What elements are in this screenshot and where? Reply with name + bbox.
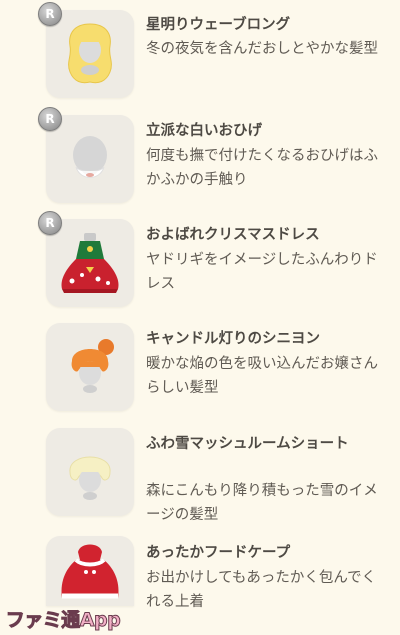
item-thumbnail bbox=[46, 428, 134, 516]
item-description: 森にこんもり降り積もった雪のイメージの髪型 bbox=[146, 483, 378, 523]
item-title: ふわ雪マッシュルームショート bbox=[146, 436, 349, 452]
item-thumbnail: R bbox=[38, 211, 134, 307]
christmas-dress-icon bbox=[61, 233, 119, 293]
item-thumbnail bbox=[46, 323, 134, 411]
rank-badge-icon: R bbox=[38, 211, 62, 235]
cream-mushroom-hair-icon bbox=[69, 456, 111, 500]
item-description: 暖かな焔の色を吸い込んだお嬢さんらしい髪型 bbox=[146, 356, 378, 396]
item-thumbnail: R bbox=[38, 107, 134, 203]
rank-badge-icon: R bbox=[38, 107, 62, 131]
rank-badge-icon: R bbox=[38, 2, 62, 26]
famitsu-app-watermark: ファミ通App bbox=[5, 608, 121, 631]
item-list: R 星明りウェーブロング 冬の夜気を含んだおしとやかな髪型 R 立派な白いおひげ… bbox=[0, 0, 400, 635]
red-hood-cape-icon bbox=[61, 544, 119, 599]
item-title: キャンドル灯りのシニヨン bbox=[146, 331, 320, 347]
item-title: 星明りウェーブロング bbox=[146, 17, 291, 33]
item-thumbnail: R bbox=[38, 2, 134, 98]
white-beard-icon bbox=[73, 136, 107, 178]
yellow-wavy-hair-icon bbox=[68, 23, 112, 84]
item-title: およばれクリスマスドレス bbox=[146, 227, 320, 243]
item-thumbnail bbox=[46, 536, 134, 606]
orange-bun-hair-icon bbox=[71, 339, 114, 393]
item-description: 何度も撫で付けたくなるおひげはふかふかの手触り bbox=[146, 148, 378, 188]
item-description: ヤドリギをイメージしたふんわりドレス bbox=[146, 252, 378, 292]
item-title: あったかフードケープ bbox=[146, 545, 291, 561]
item-description: 冬の夜気を含んだおしとやかな髪型 bbox=[146, 41, 378, 57]
item-description: お出かけしてもあったかく包んでくれる上着 bbox=[146, 570, 377, 610]
item-title: 立派な白いおひげ bbox=[146, 123, 262, 139]
